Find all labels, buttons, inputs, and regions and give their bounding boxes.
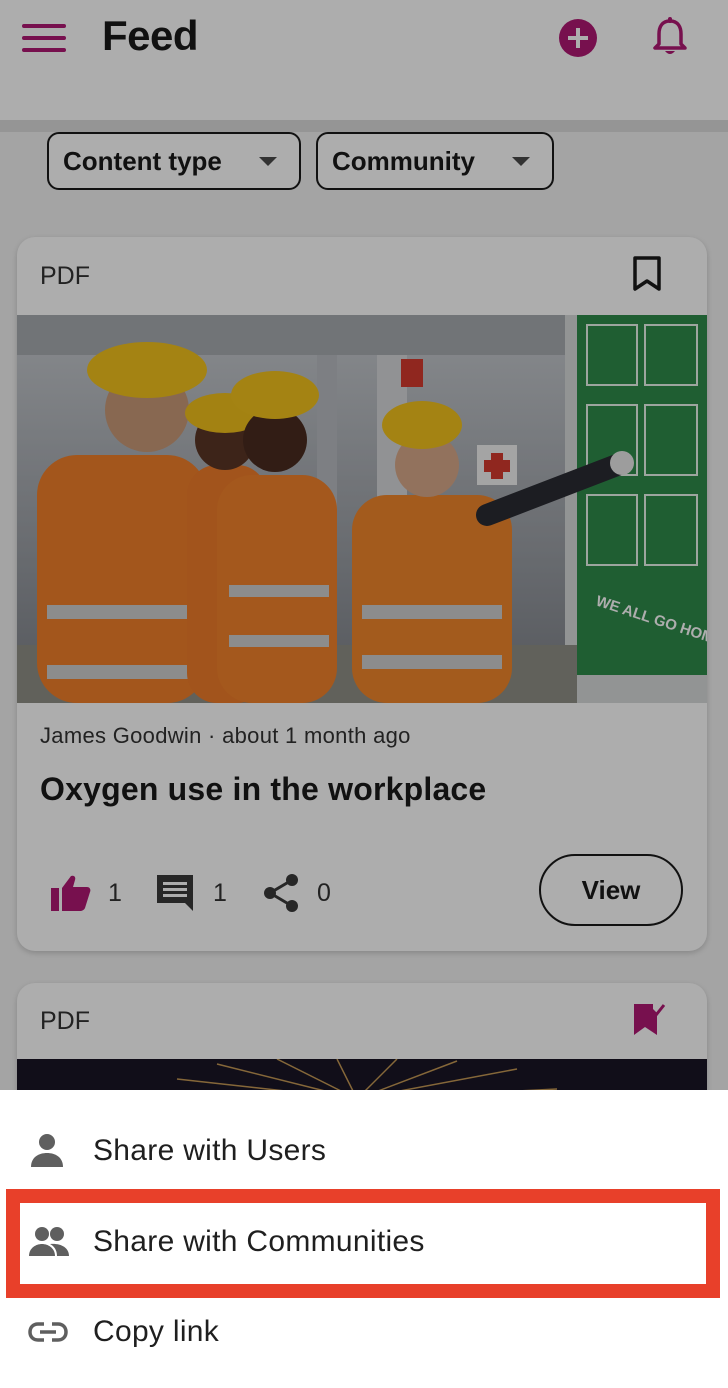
link-icon <box>28 1314 68 1350</box>
copy-link-item[interactable]: Copy link <box>0 1287 728 1377</box>
share-bottom-sheet: Share with Users Share with Communities … <box>0 1090 728 1388</box>
copy-link-label: Copy link <box>93 1315 220 1348</box>
group-icon <box>28 1224 69 1260</box>
share-with-users-item[interactable]: Share with Users <box>0 1106 728 1196</box>
modal-scrim[interactable] <box>0 0 728 1090</box>
share-with-users-label: Share with Users <box>93 1134 327 1167</box>
share-with-communities-item[interactable]: Share with Communities <box>0 1197 728 1287</box>
share-with-communities-label: Share with Communities <box>93 1225 425 1258</box>
person-icon <box>28 1133 66 1169</box>
